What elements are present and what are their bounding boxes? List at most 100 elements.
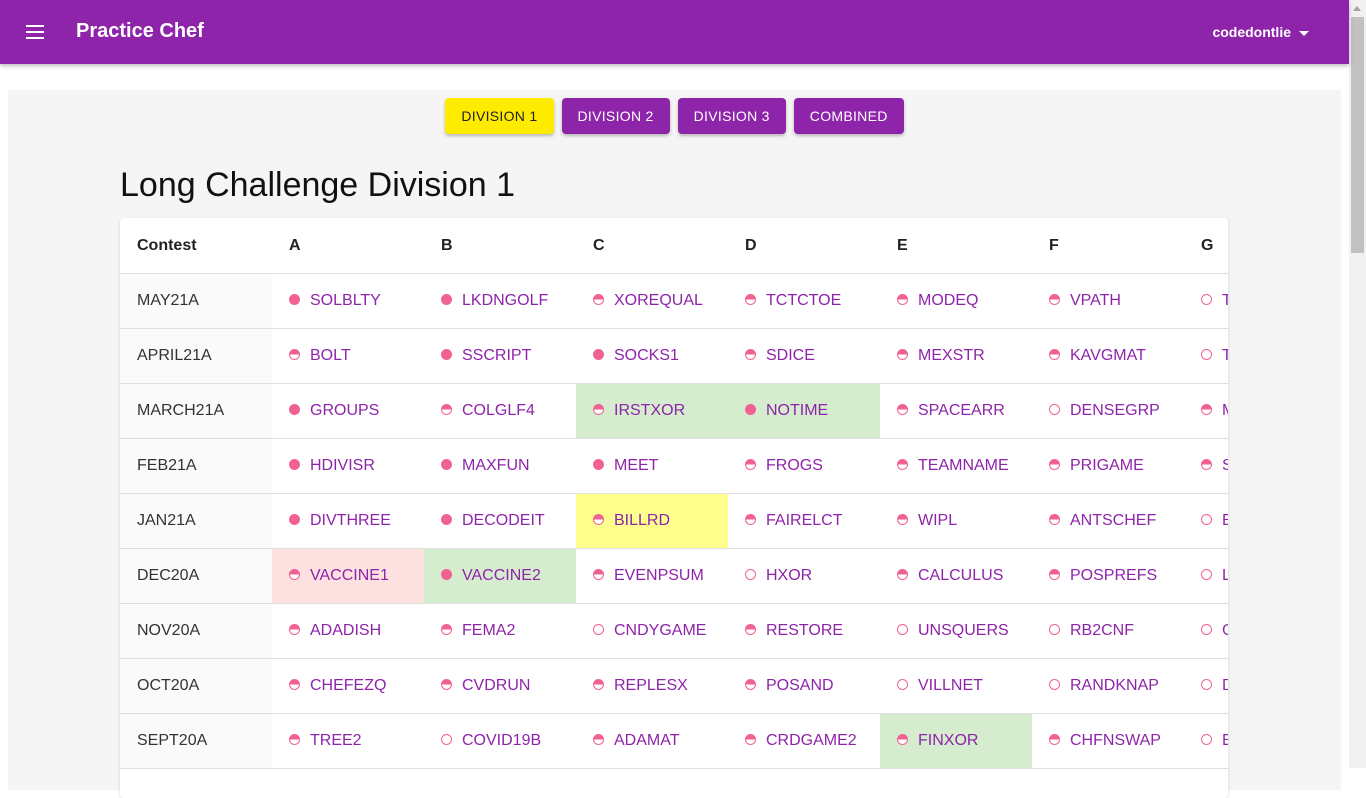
problem-link[interactable]: SOLBLTY bbox=[289, 292, 381, 310]
contest-cell: SEPT20A bbox=[120, 713, 272, 769]
tab-combined[interactable]: COMBINED bbox=[793, 98, 904, 134]
problem-link[interactable]: S bbox=[1201, 457, 1228, 475]
problem-cell: M bbox=[1184, 383, 1228, 439]
problem-code: CRDGAME2 bbox=[766, 732, 857, 750]
problem-link[interactable]: SSCRIPT bbox=[441, 347, 531, 365]
status-circle-icon bbox=[745, 568, 756, 580]
problem-link[interactable]: VACCINE2 bbox=[441, 567, 541, 585]
status-circle-icon bbox=[1201, 568, 1212, 580]
problem-link[interactable]: WIPL bbox=[897, 512, 957, 530]
problem-link[interactable]: FROGS bbox=[745, 457, 823, 475]
status-circle-icon bbox=[745, 348, 756, 360]
problem-link[interactable]: MEET bbox=[593, 457, 658, 475]
problem-link[interactable]: FINXOR bbox=[897, 732, 978, 750]
problem-link[interactable]: RESTORE bbox=[745, 622, 843, 640]
problem-link[interactable]: COVID19B bbox=[441, 732, 541, 750]
status-circle-icon bbox=[441, 678, 452, 690]
problem-link[interactable]: VPATH bbox=[1049, 292, 1121, 310]
problem-link[interactable]: SOCKS1 bbox=[593, 347, 679, 365]
problem-link[interactable]: KAVGMAT bbox=[1049, 347, 1146, 365]
problem-link[interactable]: REPLESX bbox=[593, 677, 688, 695]
problem-cell: TEAMNAME bbox=[880, 438, 1032, 494]
problem-link[interactable]: MAXFUN bbox=[441, 457, 530, 475]
problem-link[interactable]: TEAMNAME bbox=[897, 457, 1009, 475]
problem-link[interactable]: FAIRELCT bbox=[745, 512, 842, 530]
problem-code: FINXOR bbox=[918, 732, 979, 750]
problem-link[interactable]: CALCULUS bbox=[897, 567, 1003, 585]
problem-code: BOLT bbox=[310, 347, 351, 365]
problem-link[interactable]: FEMA2 bbox=[441, 622, 515, 640]
table-row: MARCH21A GROUPS COLGLF4 IRSTXOR NOTIME SPACEA… bbox=[120, 383, 1228, 439]
problem-link[interactable]: ADAMAT bbox=[593, 732, 679, 750]
problem-link[interactable]: MODEQ bbox=[897, 292, 978, 310]
problem-link[interactable]: LKDNGOLF bbox=[441, 292, 548, 310]
scrollbar-thumb[interactable] bbox=[1351, 17, 1364, 253]
problem-link[interactable]: CRDGAME2 bbox=[745, 732, 857, 750]
problem-link[interactable]: CVDRUN bbox=[441, 677, 530, 695]
problem-link[interactable]: COLGLF4 bbox=[441, 402, 535, 420]
problem-link[interactable]: EVENPSUM bbox=[593, 567, 704, 585]
problem-link[interactable]: DENSEGRP bbox=[1049, 402, 1160, 420]
problem-link[interactable]: HXOR bbox=[745, 567, 812, 585]
problem-link[interactable]: M bbox=[1201, 402, 1228, 420]
problem-link[interactable]: T bbox=[1201, 292, 1228, 310]
status-circle-icon bbox=[1049, 568, 1060, 580]
problem-link[interactable]: POSPREFS bbox=[1049, 567, 1157, 585]
status-circle-icon bbox=[1201, 403, 1212, 415]
hamburger-menu-icon[interactable] bbox=[26, 22, 46, 42]
table-row: DEC20A VACCINE1 VACCINE2 EVENPSUM HXOR CALCUL… bbox=[120, 548, 1228, 604]
problem-link[interactable]: SPACEARR bbox=[897, 402, 1005, 420]
table-row: JAN21A DIVTHREE DECODEIT BILLRD FAIRELCT WIPL… bbox=[120, 493, 1228, 549]
problem-link[interactable]: E bbox=[1201, 732, 1228, 750]
problem-link[interactable]: RB2CNF bbox=[1049, 622, 1134, 640]
problem-link[interactable]: CNDYGAME bbox=[593, 622, 706, 640]
problem-cell: MEXSTR bbox=[880, 328, 1032, 384]
problem-link[interactable]: DIVTHREE bbox=[289, 512, 391, 530]
problem-link[interactable]: L bbox=[1201, 567, 1228, 585]
problem-link[interactable]: C bbox=[1201, 622, 1228, 640]
problem-link[interactable]: TREE2 bbox=[289, 732, 362, 750]
division-tabs: DIVISION 1 DIVISION 2 DIVISION 3 COMBINED bbox=[8, 98, 1341, 134]
problem-link[interactable]: HDIVISR bbox=[289, 457, 375, 475]
problem-code: T bbox=[1222, 347, 1228, 365]
problem-link[interactable]: DECODEIT bbox=[441, 512, 545, 530]
problem-link[interactable]: T bbox=[1201, 347, 1228, 365]
problem-link[interactable]: E bbox=[1201, 512, 1228, 530]
problem-cell: FROGS bbox=[728, 438, 880, 494]
problem-code: CALCULUS bbox=[918, 567, 1004, 585]
problem-link[interactable]: NOTIME bbox=[745, 402, 828, 420]
problem-link[interactable]: CHEFEZQ bbox=[289, 677, 386, 695]
problem-link[interactable]: POSAND bbox=[745, 677, 834, 695]
problem-link[interactable]: PRIGAME bbox=[1049, 457, 1144, 475]
status-circle-icon bbox=[289, 678, 300, 690]
problem-link[interactable]: GROUPS bbox=[289, 402, 379, 420]
problem-link[interactable]: TCTCTOE bbox=[745, 292, 841, 310]
problem-link[interactable]: VACCINE1 bbox=[289, 567, 389, 585]
problem-link[interactable]: XOREQUAL bbox=[593, 292, 703, 310]
problem-link[interactable]: ADADISH bbox=[289, 622, 381, 640]
tab-division-2[interactable]: DIVISION 2 bbox=[561, 98, 670, 134]
problem-link[interactable]: D bbox=[1201, 677, 1228, 695]
problem-link[interactable]: ANTSCHEF bbox=[1049, 512, 1156, 530]
tab-division-1[interactable]: DIVISION 1 bbox=[445, 98, 554, 134]
problem-code: DENSEGRP bbox=[1070, 402, 1160, 420]
problem-link[interactable]: UNSQUERS bbox=[897, 622, 1009, 640]
problem-link[interactable]: BILLRD bbox=[593, 512, 670, 530]
problem-link[interactable]: CHFNSWAP bbox=[1049, 732, 1161, 750]
status-circle-icon bbox=[593, 458, 604, 470]
problem-link[interactable]: SDICE bbox=[745, 347, 815, 365]
scroll-up-arrow-icon[interactable] bbox=[1353, 6, 1361, 11]
user-menu[interactable]: codedontlie bbox=[1212, 24, 1309, 40]
problem-code: COVID19B bbox=[462, 732, 542, 750]
page-scrollbar[interactable] bbox=[1349, 0, 1366, 768]
problem-link[interactable]: BOLT bbox=[289, 347, 351, 365]
problem-code: ADADISH bbox=[310, 622, 382, 640]
problem-cell: POSAND bbox=[728, 658, 880, 714]
problem-cell: CVDRUN bbox=[424, 658, 576, 714]
tab-division-3[interactable]: DIVISION 3 bbox=[677, 98, 786, 134]
problem-link[interactable]: VILLNET bbox=[897, 677, 983, 695]
status-circle-icon bbox=[593, 513, 604, 525]
problem-link[interactable]: RANDKNAP bbox=[1049, 677, 1159, 695]
problem-link[interactable]: IRSTXOR bbox=[593, 402, 685, 420]
problem-link[interactable]: MEXSTR bbox=[897, 347, 985, 365]
